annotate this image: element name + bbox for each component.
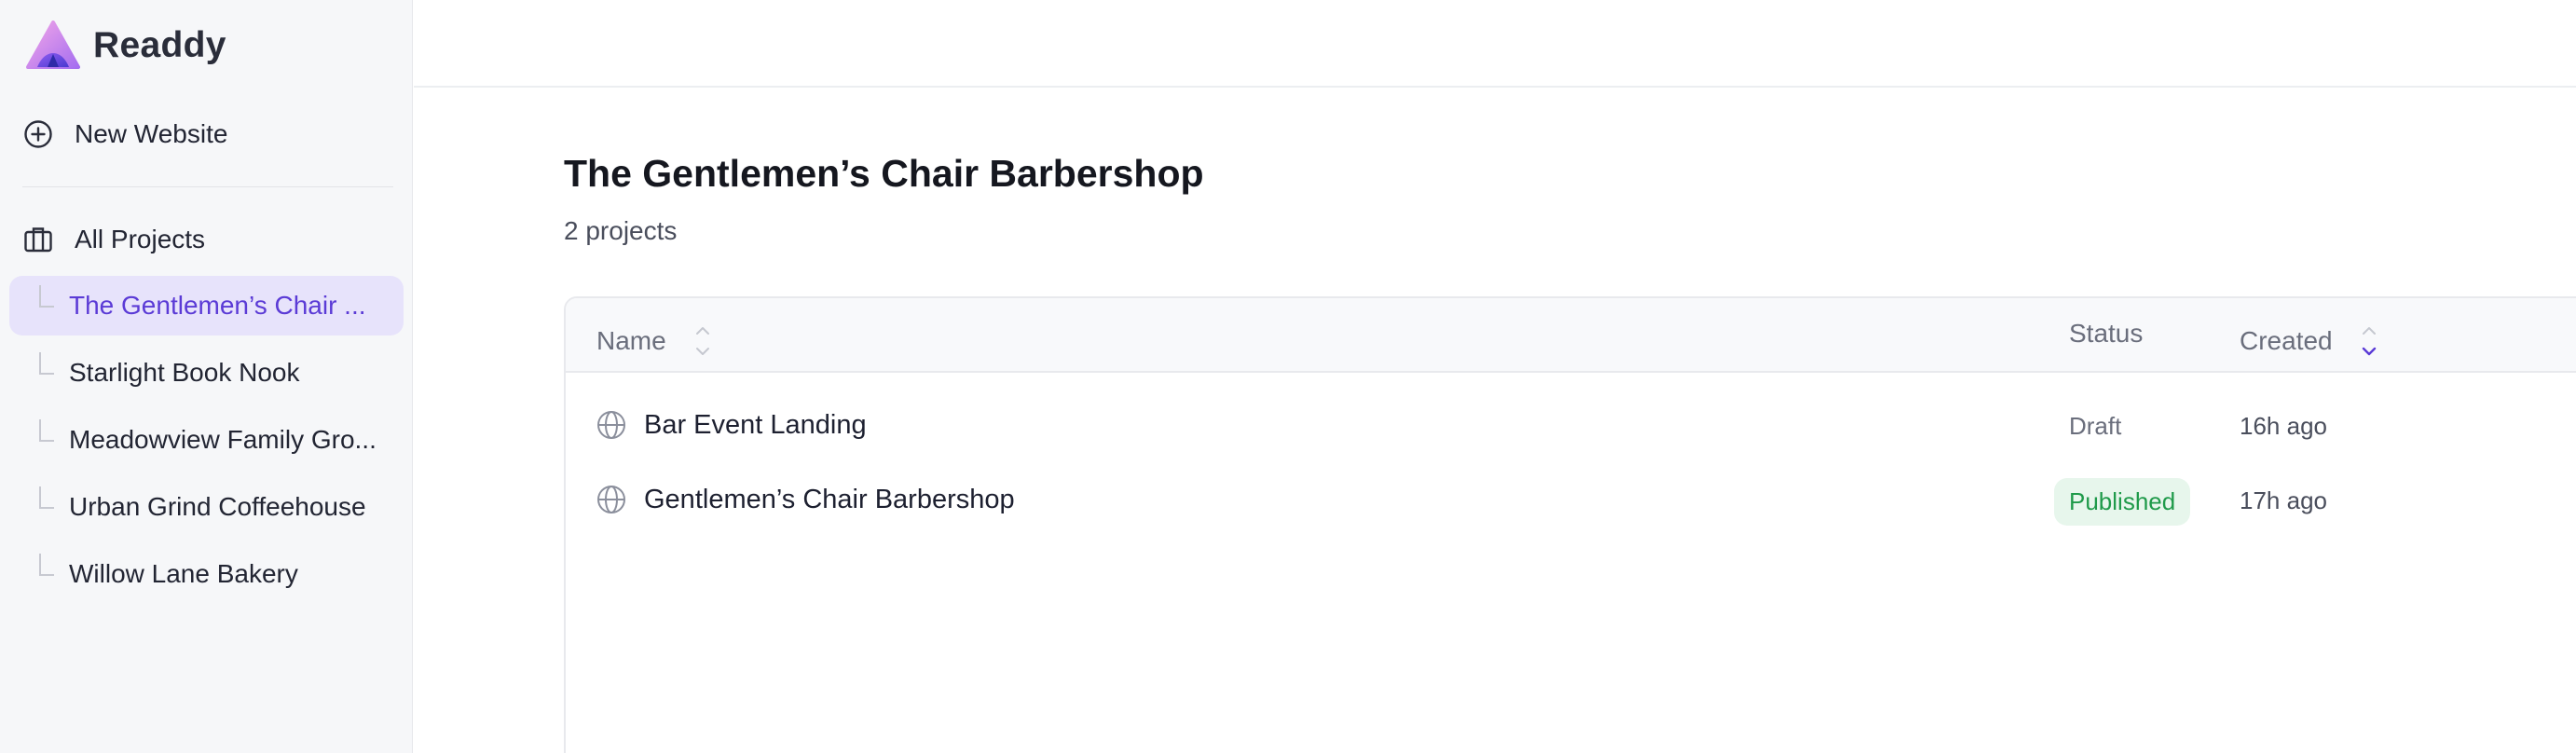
globe-icon <box>597 411 625 439</box>
tree-connector <box>39 285 54 308</box>
tree-connector <box>39 486 54 509</box>
column-status-label: Status <box>2069 319 2144 348</box>
plus-circle-icon <box>24 120 52 148</box>
all-projects-link[interactable]: All Projects <box>22 221 205 258</box>
table-row[interactable]: Bar Event Landing Draft 16h ago <box>566 388 2576 462</box>
project-count: 2 projects <box>564 216 678 245</box>
sort-icon[interactable] <box>692 319 713 363</box>
tree-connector <box>39 352 54 375</box>
new-website-label: New Website <box>75 119 228 148</box>
briefcase-icon <box>24 227 52 253</box>
column-created-label: Created <box>2240 326 2333 355</box>
sidebar-item-willow-lane-bakery[interactable]: Willow Lane Bakery <box>9 544 404 604</box>
project-name: Bar Event Landing <box>644 410 867 440</box>
sidebar-item-label: Starlight Book Nook <box>69 358 300 387</box>
readdy-logo-icon <box>26 21 80 69</box>
sidebar-item-label: Meadowview Family Gro... <box>69 425 377 454</box>
table-row[interactable]: Gentlemen’s Chair Barbershop Published 1… <box>566 462 2576 537</box>
project-name: Gentlemen’s Chair Barbershop <box>644 485 1015 514</box>
sidebar-item-urban-grind[interactable]: Urban Grind Coffeehouse <box>9 477 404 537</box>
new-website-button[interactable]: New Website <box>22 116 227 153</box>
sidebar-item-label: Urban Grind Coffeehouse <box>69 492 366 521</box>
created-time: 16h ago <box>2240 412 2327 440</box>
table-header: Name Status Created <box>566 298 2576 373</box>
status-badge: Published <box>2054 478 2191 526</box>
sidebar-item-starlight-book-nook[interactable]: Starlight Book Nook <box>9 343 404 403</box>
sidebar-item-meadowview-family[interactable]: Meadowview Family Gro... <box>9 410 404 470</box>
sort-desc-icon[interactable] <box>2359 319 2379 363</box>
sidebar-item-label: The Gentlemen’s Chair ... <box>69 291 366 320</box>
sidebar-item-gentlemens-chair[interactable]: The Gentlemen’s Chair ... <box>9 276 404 335</box>
brand-name: Readdy <box>93 25 226 65</box>
brand[interactable]: Readdy <box>26 21 226 71</box>
page-title: The Gentlemen’s Chair Barbershop <box>564 152 1204 195</box>
created-time: 17h ago <box>2240 486 2327 514</box>
globe-icon <box>597 486 625 513</box>
column-created-header[interactable]: Created <box>2240 319 2379 363</box>
sidebar-divider <box>22 186 393 187</box>
tree-connector <box>39 554 54 576</box>
projects-table: Name Status Created Bar Event Landing Dr… <box>564 296 2576 753</box>
column-status-header: Status <box>2069 319 2143 349</box>
project-tree: The Gentlemen’s Chair ... Starlight Book… <box>0 276 413 611</box>
column-name-label: Name <box>596 326 666 355</box>
sidebar-item-label: Willow Lane Bakery <box>69 559 298 588</box>
status-badge: Draft <box>2069 412 2122 440</box>
top-bar <box>414 0 2576 88</box>
column-name-header[interactable]: Name <box>596 319 713 363</box>
tree-connector <box>39 419 54 442</box>
sidebar: Readdy New Website All Projects The Gent… <box>0 0 413 753</box>
app: Readdy New Website All Projects The Gent… <box>0 0 2576 753</box>
all-projects-label: All Projects <box>75 225 206 253</box>
